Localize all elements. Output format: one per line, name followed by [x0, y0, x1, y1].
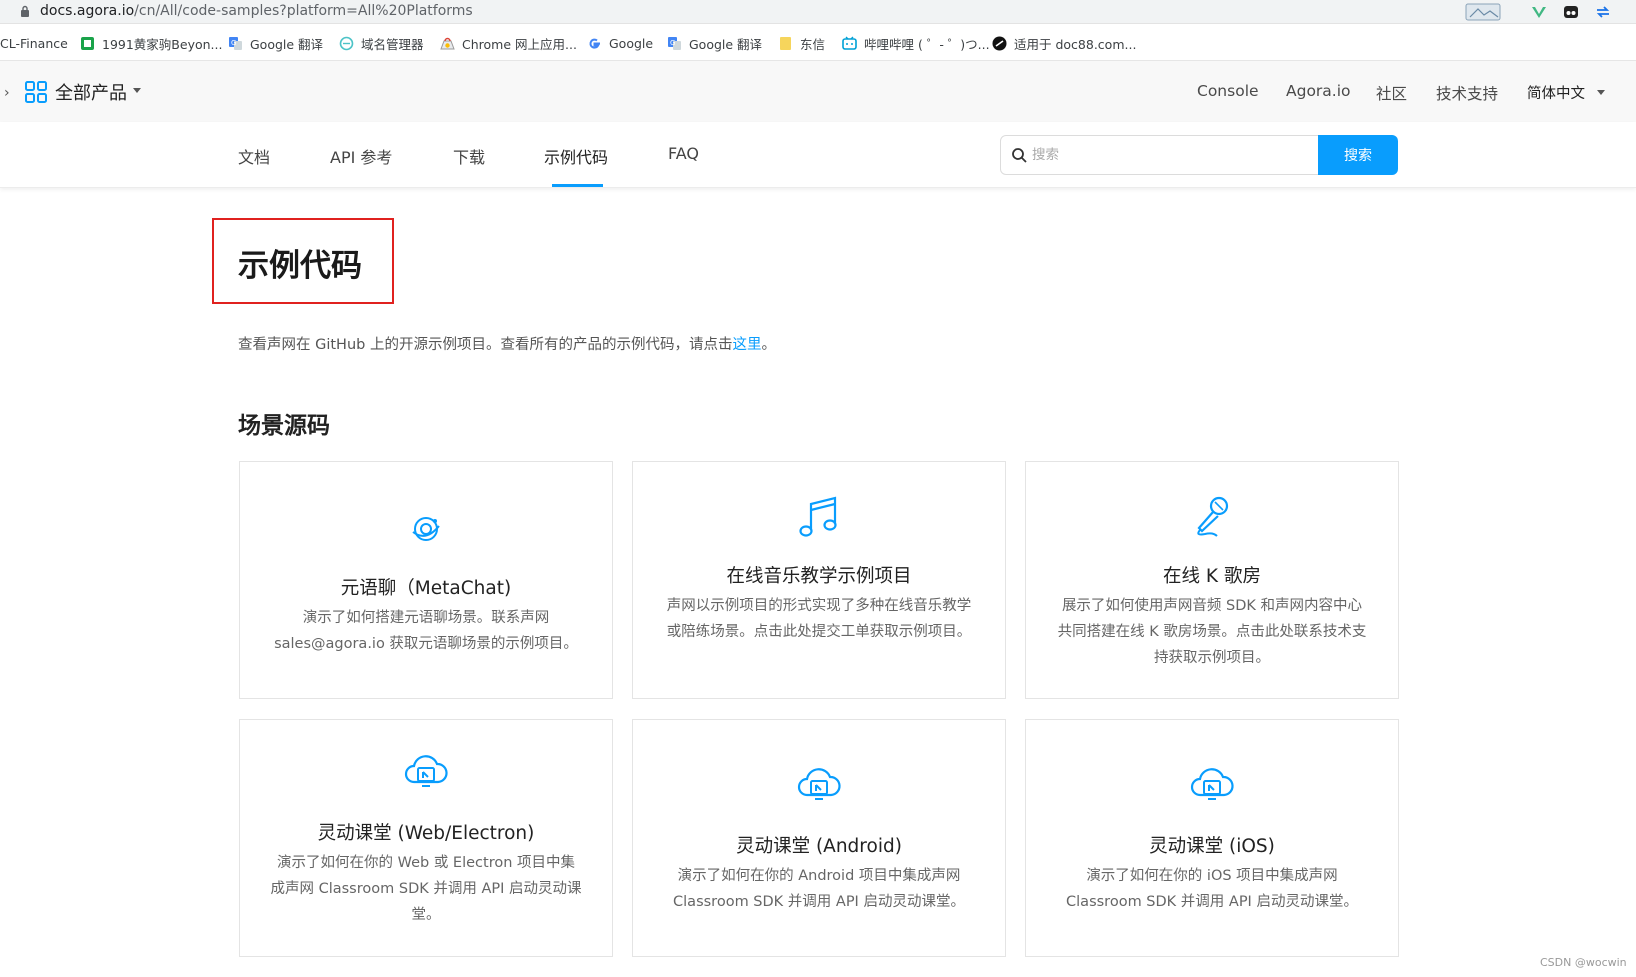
address-url[interactable]: docs.agora.io/cn/All/code-samples?platfo… [40, 3, 473, 19]
nav-link-community[interactable]: 社区 [1376, 82, 1407, 104]
bookmark-dongxin[interactable]: 东信 [778, 34, 825, 52]
bookmark-beyond[interactable]: 1991黄家驹Beyon... [80, 34, 222, 52]
bookmarks-bar: CL-Finance 1991黄家驹Beyon... G Google 翻译 域… [0, 24, 1636, 61]
browser-address-bar[interactable]: docs.agora.io/cn/All/code-samples?platfo… [0, 0, 1636, 24]
tab-faq[interactable]: FAQ [668, 144, 699, 163]
google-translate-icon: G [668, 36, 681, 50]
card-title: 在线 K 歌房 [1163, 566, 1261, 587]
microphone-icon [1197, 496, 1229, 537]
bookmark-doc88[interactable]: 适用于 doc88.com... [992, 34, 1136, 52]
chevron-right-icon[interactable]: › [4, 85, 10, 101]
cloud-classroom-icon [1190, 768, 1234, 800]
metachat-icon [412, 517, 440, 541]
extension-dark-icon[interactable] [1562, 3, 1580, 21]
bookmark-bilibili[interactable]: 哔哩哔哩 ( ゜- ゜)つ... [842, 34, 990, 52]
active-tab-indicator [552, 184, 603, 187]
google-translate-icon: G [229, 36, 242, 50]
nav-link-console[interactable]: Console [1197, 82, 1259, 100]
search-box[interactable] [1000, 135, 1320, 175]
green-square-icon [81, 36, 94, 50]
card-description: 展示了如何使用声网音频 SDK 和声网内容中心共同搭建在线 K 歌房场景。点击此… [1057, 598, 1367, 666]
card-description: 演示了如何在你的 Android 项目中集成声网 Classroom SDK 并… [673, 868, 965, 910]
search-input[interactable] [1032, 145, 1302, 165]
card-classroom-web[interactable]: 灵动课堂 (Web/Electron) 演示了如何在你的 Web 或 Elect… [239, 719, 613, 957]
extension-image-icon[interactable] [1462, 3, 1506, 21]
domain-manager-icon [339, 36, 354, 50]
cloud-classroom-icon [797, 768, 841, 800]
watermark: CSDN @wocwin [1540, 956, 1627, 969]
svg-text:G: G [670, 39, 675, 47]
search-button[interactable]: 搜索 [1318, 135, 1398, 175]
tab-api-reference[interactable]: API 参考 [330, 144, 392, 168]
nav-link-support[interactable]: 技术支持 [1436, 82, 1498, 104]
bookmark-google[interactable]: Google [587, 34, 653, 52]
svg-text:G: G [231, 39, 236, 47]
tab-docs[interactable]: 文档 [238, 144, 270, 168]
google-icon [589, 38, 600, 49]
page-title: 示例代码 [238, 248, 362, 284]
sync-icon[interactable] [1594, 3, 1612, 21]
music-note-icon [799, 496, 837, 537]
top-navigation: › 全部产品 Console Agora.io 社区 技术支持 简体中文 [0, 61, 1636, 122]
card-metachat[interactable]: 元语聊（MetaChat) 演示了如何搭建元语聊场景。联系声网 sales@ag… [239, 461, 613, 699]
bookmark-domain-manager[interactable]: 域名管理器 [339, 34, 424, 52]
bilibili-icon [842, 36, 857, 50]
card-title: 灵动课堂 (Android) [736, 836, 902, 857]
search-icon [1012, 148, 1027, 163]
sub-navigation: 文档 API 参考 下载 示例代码 FAQ 搜索 [0, 122, 1636, 188]
bookmark-cl-finance[interactable]: CL-Finance [0, 34, 68, 52]
card-online-music[interactable]: 在线音乐教学示例项目 声网以示例项目的形式实现了多种在线音乐教学或陪练场景。点击… [632, 461, 1006, 699]
card-description: 演示了如何在你的 Web 或 Electron 项目中集成声网 Classroo… [270, 855, 582, 923]
intro-link[interactable]: 这里 [732, 337, 761, 353]
language-select[interactable]: 简体中文 [1527, 82, 1585, 103]
nav-link-agora-io[interactable]: Agora.io [1286, 82, 1351, 100]
card-title: 灵动课堂 (iOS) [1149, 836, 1275, 857]
doc88-icon [992, 36, 1007, 50]
tab-code-samples[interactable]: 示例代码 [544, 144, 608, 168]
card-description: 演示了如何在你的 iOS 项目中集成声网 Classroom SDK 并调用 A… [1066, 868, 1358, 910]
bookmark-google-translate[interactable]: G Google 翻译 [228, 34, 323, 52]
card-description: 声网以示例项目的形式实现了多种在线音乐教学或陪练场景。点击此处提交工单获取示例项… [666, 598, 972, 640]
card-online-ktv[interactable]: 在线 K 歌房 展示了如何使用声网音频 SDK 和声网内容中心共同搭建在线 K … [1025, 461, 1399, 699]
vue-devtools-icon[interactable] [1530, 3, 1548, 21]
card-description: 演示了如何搭建元语聊场景。联系声网 sales@agora.io 获取元语聊场景… [274, 610, 578, 652]
bookmark-chrome-webstore[interactable]: Chrome 网上应用... [440, 34, 577, 52]
grid-apps-icon[interactable] [25, 81, 47, 103]
tab-downloads[interactable]: 下载 [453, 144, 485, 168]
cloud-classroom-icon [404, 755, 448, 787]
card-title: 灵动课堂 (Web/Electron) [317, 823, 535, 844]
language-caret-icon[interactable] [1597, 90, 1605, 95]
caret-down-icon[interactable] [133, 88, 141, 93]
bookmark-google-translate-2[interactable]: G Google 翻译 [667, 34, 762, 52]
card-classroom-android[interactable]: 灵动课堂 (Android) 演示了如何在你的 Android 项目中集成声网 … [632, 719, 1006, 957]
folder-icon [780, 36, 791, 50]
card-classroom-ios[interactable]: 灵动课堂 (iOS) 演示了如何在你的 iOS 项目中集成声网 Classroo… [1025, 719, 1399, 957]
card-title: 在线音乐教学示例项目 [726, 566, 912, 587]
card-title: 元语聊（MetaChat) [340, 578, 512, 599]
lock-icon [21, 5, 29, 17]
all-products-menu[interactable]: 全部产品 [55, 79, 127, 105]
intro-text: 查看声网在 GitHub 上的开源示例项目。查看所有的产品的示例代码，请点击这里… [238, 337, 776, 353]
chrome-webstore-icon [440, 37, 455, 49]
section-title: 场景源码 [238, 413, 330, 439]
